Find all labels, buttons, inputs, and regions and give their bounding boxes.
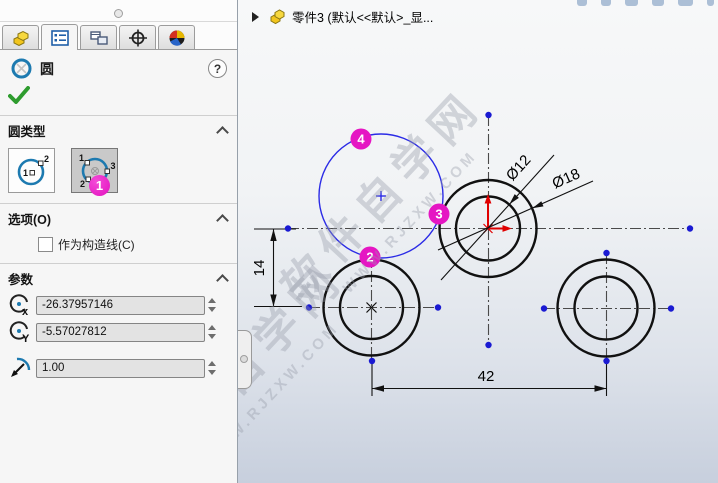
svg-text:2: 2: [366, 250, 373, 265]
graphics-viewport[interactable]: 软件自学网 WWW.RJZXW.COM 软件自学网 WWW.RJZXW.COM: [238, 0, 718, 483]
tab-feature-manager[interactable]: [2, 25, 39, 49]
center-circle-icon: 1 2: [17, 154, 49, 185]
feature-manager-part-icon: [13, 30, 28, 46]
sketch-origin: [483, 194, 512, 234]
circle-tool-icon: [11, 58, 32, 79]
dim-text-14[interactable]: 14: [251, 260, 268, 277]
x-spinner[interactable]: [208, 296, 216, 314]
panel-splitter[interactable]: [0, 0, 237, 22]
tool-title: 圆: [40, 60, 54, 77]
radius-input[interactable]: [36, 358, 205, 378]
dimension-horizontal-42[interactable]: 42: [371, 362, 608, 396]
radius-spinner[interactable]: [208, 359, 216, 377]
step-badge-1: 1: [89, 175, 110, 196]
parameters-header-label: 参数: [8, 273, 34, 287]
construction-option-row: 作为构造线(C): [0, 232, 237, 263]
toolbar-icon-stub[interactable]: [707, 0, 714, 6]
center-y-coordinate-icon: Y: [9, 321, 30, 343]
svg-text:2: 2: [80, 179, 85, 189]
group-header-circle-type: 圆类型: [0, 116, 237, 144]
help-icon[interactable]: ?: [208, 59, 227, 78]
collapse-chevron-icon[interactable]: [216, 274, 229, 287]
param-row-radius: [0, 355, 237, 382]
param-row-y: Y: [0, 319, 237, 346]
confirm-row: [0, 84, 237, 115]
feature-tree-flyout[interactable]: 零件3 (默认<<默认>_显...: [252, 7, 433, 26]
center-circle-button[interactable]: 1 2: [8, 148, 55, 193]
center-x-coordinate-icon: x: [9, 294, 29, 316]
step-badge-3: 3: [428, 203, 450, 225]
splitter-grip[interactable]: [114, 9, 123, 18]
ok-check-icon[interactable]: [8, 86, 30, 104]
circle-type-header-label: 圆类型: [8, 125, 46, 139]
y-spinner[interactable]: [208, 323, 216, 341]
collapse-handle-grip: [240, 355, 248, 363]
active-circle-center-cross: [376, 191, 386, 201]
toolbar-icon-stub[interactable]: [678, 0, 693, 6]
svg-text:2: 2: [44, 154, 49, 164]
collapse-chevron-icon[interactable]: [216, 214, 229, 227]
svg-text:1: 1: [79, 153, 84, 163]
svg-text:4: 4: [357, 132, 365, 147]
x-coordinate-input[interactable]: [36, 295, 205, 315]
param-row-x: x: [0, 292, 237, 319]
sketch-canvas[interactable]: Ø12 Ø18 14 42 2 3 4: [238, 0, 718, 483]
part-document-icon: [270, 8, 285, 24]
property-manager-panel: 圆 ? 圆类型 1 2 1 2 3 1 选项(O) 作为构造线(C) 参数 x …: [0, 0, 238, 483]
solidworks-window: { "property_panel": { "tabs": [ {"icon":…: [0, 0, 718, 483]
panel-collapse-handle[interactable]: [238, 330, 252, 389]
circle-type-buttons: 1 2 1 2 3 1: [0, 144, 237, 203]
dim-text-42[interactable]: 42: [478, 368, 495, 385]
y-coordinate-input[interactable]: [36, 322, 205, 342]
construction-checkbox[interactable]: [38, 237, 53, 252]
tutorial-step-badges: 2 3 4: [350, 128, 450, 268]
display-manager-icon: [169, 30, 184, 46]
tab-display-manager[interactable]: [158, 25, 195, 49]
toolbar-icon-stub[interactable]: [652, 0, 664, 6]
group-header-options: 选项(O): [0, 204, 237, 232]
manager-tabbar: [0, 22, 237, 50]
dimxpert-icon: [128, 29, 147, 46]
group-header-parameters: 参数: [0, 264, 237, 292]
svg-text:Y: Y: [22, 333, 30, 343]
collapse-chevron-icon[interactable]: [216, 126, 229, 139]
construction-centerlines[interactable]: [288, 115, 690, 361]
part-tree-label[interactable]: 零件3 (默认<<默认>_显...: [292, 7, 433, 26]
tree-expand-arrow-icon[interactable]: [252, 11, 259, 22]
step-badge-2: 2: [359, 246, 381, 268]
svg-text:1: 1: [23, 168, 28, 178]
svg-text:x: x: [22, 306, 29, 316]
svg-text:3: 3: [110, 161, 115, 171]
svg-text:3: 3: [435, 207, 442, 222]
toolbar-icon-stub[interactable]: [625, 0, 638, 6]
dimension-vertical-14[interactable]: 14: [251, 228, 302, 308]
property-manager-icon: [50, 29, 69, 46]
toolbar-icon-stub[interactable]: [601, 0, 611, 6]
tab-configuration-manager[interactable]: [80, 25, 117, 49]
tab-dimxpert-manager[interactable]: [119, 25, 156, 49]
options-header-label: 选项(O): [8, 213, 52, 227]
dim-text-d12[interactable]: Ø12: [503, 152, 535, 184]
tool-title-row: 圆 ?: [0, 50, 237, 84]
active-sketch-circle[interactable]: [318, 133, 444, 259]
tab-property-manager[interactable]: [41, 24, 78, 50]
step-badge-4: 4: [350, 128, 372, 150]
toolbar-icon-stub[interactable]: [577, 0, 587, 6]
construction-checkbox-label: 作为构造线(C): [58, 238, 135, 252]
view-toolbar-cropped: [563, 0, 714, 6]
configuration-manager-icon: [89, 30, 108, 45]
radius-icon: [11, 357, 31, 377]
